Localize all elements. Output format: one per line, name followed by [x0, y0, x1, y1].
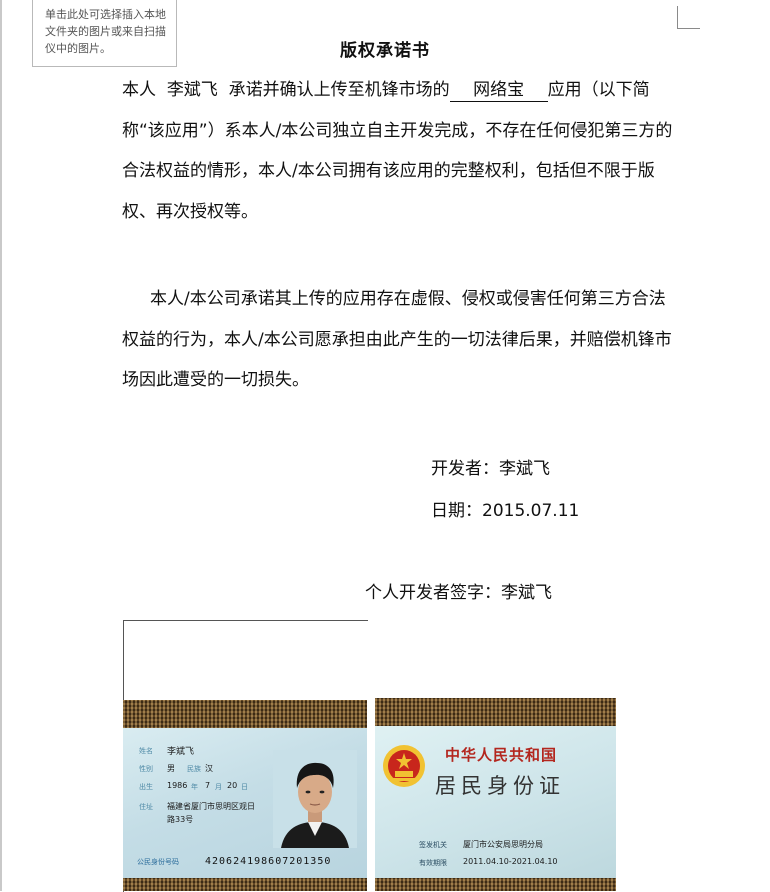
- id-number: 420624198607201350: [205, 856, 332, 867]
- birth-label: 出生: [139, 783, 153, 791]
- id-card-front-photo: 姓名 李斌飞 性别 男 民族 汉 出生 1986 年 7 月 20 日 住址 福…: [123, 700, 367, 891]
- document-title: 版权承诺书: [340, 41, 430, 61]
- national-emblem-icon: [383, 745, 425, 787]
- para1-mid: 承诺并确认上传至机锋市场的: [228, 80, 450, 100]
- address-line1: 福建省厦门市思明区观日: [167, 802, 255, 811]
- developer-line: 开发者：李斌飞: [431, 459, 550, 479]
- address-label: 住址: [139, 803, 153, 811]
- ethnicity-value: 汉: [205, 764, 213, 773]
- day-unit: 日: [241, 783, 248, 791]
- name-label: 姓名: [139, 747, 153, 755]
- paragraph-commitment: 本人 李斌飞 承诺并确认上传至机锋市场的 网络宝 应用（以下简称“该应用”）系本人/…: [122, 70, 677, 232]
- app-name-field: 网络宝: [449, 79, 548, 102]
- nation-title: 中华人民共和国: [445, 746, 558, 764]
- page-corner-mark: [677, 6, 700, 29]
- validity-value: 2011.04.10-2021.04.10: [463, 857, 558, 866]
- para1-suffix: 应用（以下简称“该应用”）系本人/本公司独立自主开发完成，不存在任何侵犯第三方的…: [122, 80, 673, 222]
- page-edge: [0, 0, 2, 891]
- id-number-label: 公民身份号码: [137, 858, 179, 866]
- developer-name: 李斌飞: [166, 80, 218, 100]
- date-line: 日期：2015.07.11: [431, 501, 580, 521]
- authority-value: 厦门市公安局思明分局: [463, 840, 543, 849]
- birth-year: 1986: [167, 781, 188, 790]
- year-unit: 年: [191, 783, 198, 791]
- ethnicity-label: 民族: [187, 765, 201, 773]
- portrait-photo: [273, 750, 357, 848]
- birth-day: 20: [227, 781, 238, 790]
- card-name: 居民身份证: [435, 774, 565, 798]
- paragraph-liability: 本人/本公司承诺其上传的应用存在虚假、侵权或侵害任何第三方合法权益的行为，本人/…: [122, 279, 677, 401]
- signature-line: 个人开发者签字：李斌飞: [365, 583, 552, 603]
- id-card-back: 中华人民共和国 居民身份证 签发机关 厦门市公安局思明分局 有效期限 2011.…: [375, 726, 616, 878]
- para2-text: 本人/本公司承诺其上传的应用存在虚假、侵权或侵害任何第三方合法权益的行为，本人/…: [122, 289, 672, 390]
- id-card-back-photo: 中华人民共和国 居民身份证 签发机关 厦门市公安局思明分局 有效期限 2011.…: [375, 698, 616, 891]
- month-unit: 月: [215, 783, 222, 791]
- validity-label: 有效期限: [419, 859, 447, 867]
- id-card-front: 姓名 李斌飞 性别 男 民族 汉 出生 1986 年 7 月 20 日 住址 福…: [123, 728, 367, 878]
- gender-value: 男: [167, 764, 175, 773]
- name-value: 李斌飞: [167, 747, 195, 757]
- para1-prefix: 本人: [122, 80, 156, 100]
- birth-month: 7: [205, 781, 211, 790]
- gender-label: 性别: [139, 765, 153, 773]
- address-line2: 路33号: [167, 815, 194, 824]
- authority-label: 签发机关: [419, 841, 447, 849]
